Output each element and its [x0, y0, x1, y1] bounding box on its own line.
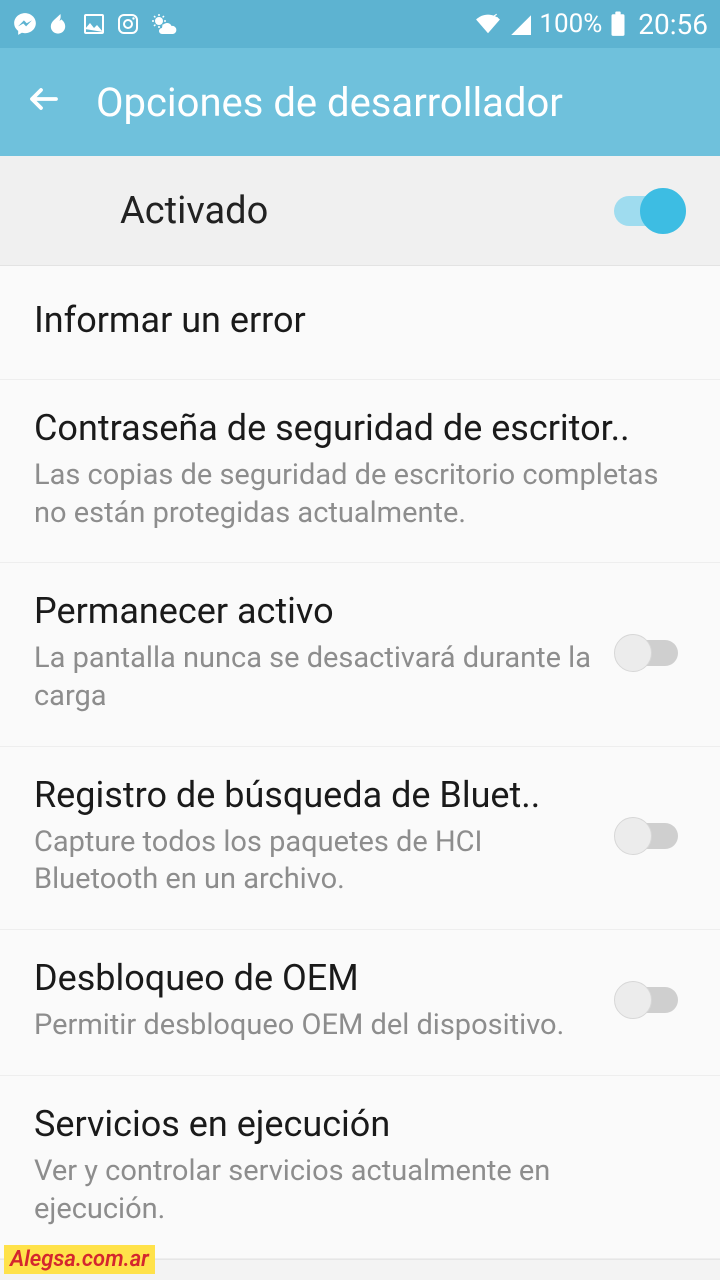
row-bug-report[interactable]: Informar un error [0, 266, 720, 380]
bt-hci-toggle[interactable] [614, 816, 686, 856]
row-title: Permanecer activo [34, 589, 594, 634]
tinder-icon [48, 11, 72, 37]
master-toggle[interactable] [606, 187, 686, 235]
wifi-icon [475, 13, 501, 35]
row-subtitle: Las copias de seguridad de escritorio co… [34, 457, 686, 532]
row-subtitle: Permitir desbloqueo OEM del dispositivo. [34, 1007, 594, 1045]
master-toggle-label: Activado [120, 189, 268, 233]
stay-awake-toggle[interactable] [614, 633, 686, 673]
master-toggle-row[interactable]: Activado [0, 156, 720, 266]
image-icon [82, 12, 106, 36]
battery-percent: 100% [539, 9, 602, 39]
row-subtitle: La pantalla nunca se desactivará durante… [34, 640, 594, 715]
clock: 20:56 [638, 8, 708, 41]
status-bar: 100% 20:56 [0, 0, 720, 48]
settings-list: Informar un error Contraseña de segurida… [0, 266, 720, 1280]
row-oem-unlock[interactable]: Desbloqueo de OEM Permitir desbloqueo OE… [0, 930, 720, 1076]
row-title: Informar un error [34, 292, 686, 349]
row-title: Servicios en ejecución [34, 1102, 686, 1147]
instagram-icon [116, 12, 140, 36]
weather-icon [150, 12, 178, 36]
row-subtitle: Capture todos los paquetes de HCI Blueto… [34, 824, 594, 899]
row-running-services[interactable]: Servicios en ejecución Ver y controlar s… [0, 1076, 720, 1259]
row-stay-awake[interactable]: Permanecer activo La pantalla nunca se d… [0, 563, 720, 746]
row-bt-hci-log[interactable]: Registro de búsqueda de Bluet.. Capture … [0, 747, 720, 930]
page-title: Opciones de desarrollador [96, 79, 563, 126]
row-title: Contraseña de seguridad de escritor.. [34, 406, 686, 451]
battery-icon [610, 11, 626, 37]
messenger-icon [12, 11, 38, 37]
row-title: Registro de búsqueda de Bluet.. [34, 773, 594, 818]
row-backup-password[interactable]: Contraseña de seguridad de escritor.. La… [0, 380, 720, 563]
app-bar: Opciones de desarrollador [0, 48, 720, 156]
watermark: Alegsa.com.ar [4, 1245, 155, 1274]
signal-icon [509, 13, 531, 35]
back-icon[interactable] [26, 81, 62, 124]
oem-unlock-toggle[interactable] [614, 980, 686, 1020]
row-subtitle: Ver y controlar servicios actualmente en… [34, 1153, 686, 1228]
row-title: Desbloqueo de OEM [34, 956, 594, 1001]
status-left [12, 11, 178, 37]
status-right: 100% 20:56 [475, 8, 708, 41]
